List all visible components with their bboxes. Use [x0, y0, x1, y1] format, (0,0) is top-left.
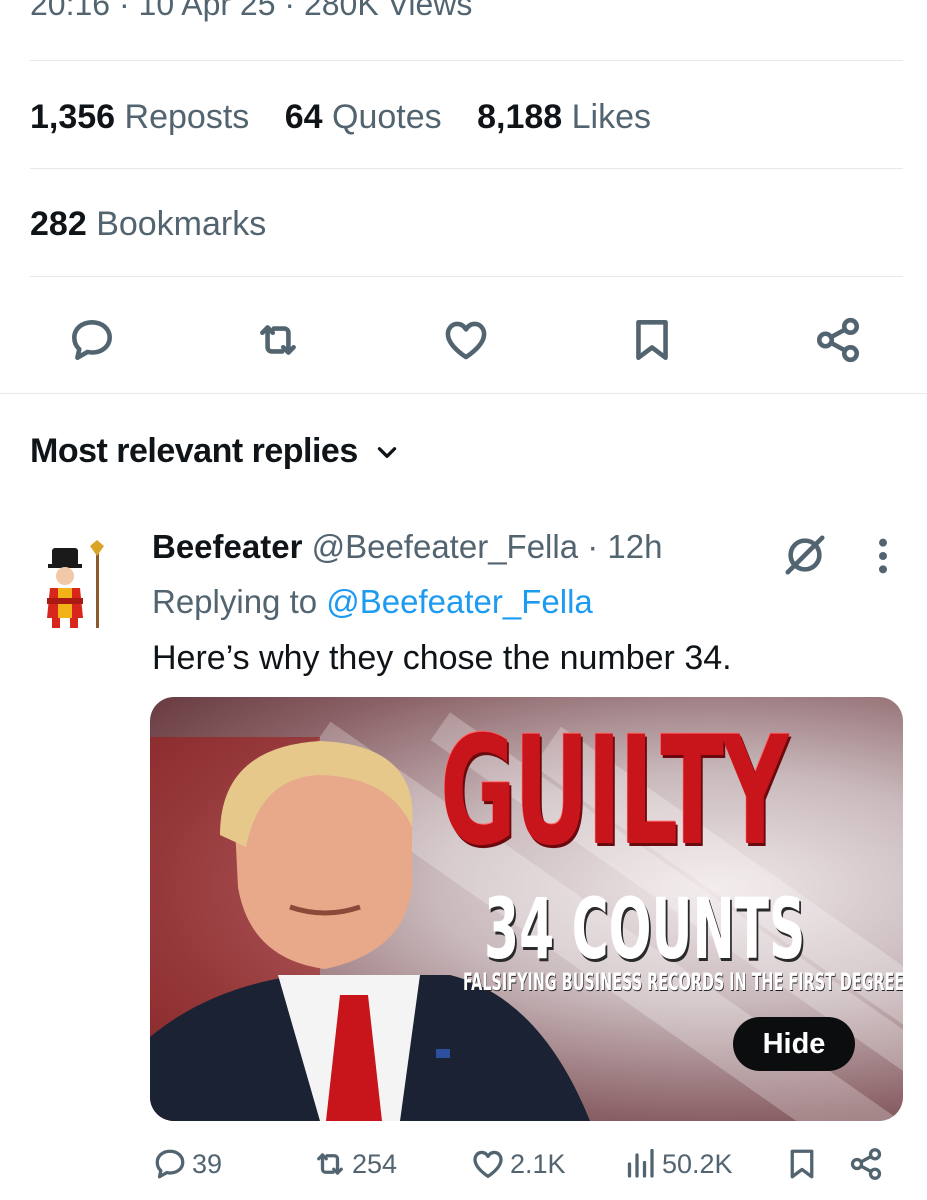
bookmarks-stat[interactable]: 282 Bookmarks: [30, 205, 266, 243]
bookmark-button[interactable]: [624, 312, 680, 368]
view-count: 50.2K: [662, 1148, 733, 1179]
grok-icon[interactable]: [782, 532, 828, 578]
reply-icon: [155, 1149, 185, 1179]
reply-body-text: Here’s why they chose the number 34.: [152, 639, 732, 677]
repost-icon: [317, 1153, 343, 1175]
post-views[interactable]: 280K Views: [304, 0, 472, 22]
reply-icon: [72, 320, 113, 360]
reply-bookmark-button[interactable]: [784, 1146, 824, 1182]
reply-repost-button[interactable]: 254: [312, 1146, 397, 1182]
replying-to-line: Replying to @Beefeater_Fella: [152, 583, 593, 620]
more-options-icon[interactable]: [870, 536, 896, 576]
avatar[interactable]: [40, 538, 114, 630]
reply-timestamp[interactable]: 12h: [607, 528, 662, 565]
post-action-bar: [0, 292, 927, 384]
post-date: 10 Apr 25: [138, 0, 276, 22]
replies-sort-label: Most relevant replies: [30, 432, 358, 470]
engagement-stats: 1,356 Reposts 64 Quotes 8,188 Likes: [30, 98, 677, 137]
replying-to-mention[interactable]: @Beefeater_Fella: [326, 583, 592, 620]
divider: [30, 276, 903, 277]
share-icon: [816, 317, 860, 363]
reply-replies-button[interactable]: 39: [152, 1146, 222, 1182]
media-caption: FALSIFYING BUSINESS RECORDS IN THE FIRST…: [463, 968, 903, 996]
bookmark-icon: [636, 320, 668, 360]
share-icon: [850, 1148, 882, 1180]
reply-views-button[interactable]: 50.2K: [622, 1146, 733, 1182]
section-divider: [0, 393, 927, 394]
share-button[interactable]: [810, 312, 866, 368]
repost-icon: [260, 325, 296, 355]
bookmarks-stat-row: 282 Bookmarks: [30, 205, 292, 244]
bookmark-icon: [790, 1149, 814, 1179]
post-time: 20:16: [30, 0, 111, 22]
reposts-stat[interactable]: 1,356 Reposts: [30, 98, 249, 136]
hide-media-button[interactable]: Hide: [733, 1017, 855, 1071]
divider: [30, 60, 903, 61]
media-subheadline: 34 COUNTS: [484, 880, 806, 978]
media-headline: GUILTY: [440, 705, 789, 879]
like-count: 2.1K: [510, 1148, 566, 1179]
post-timestamp-row: 20:16 · 10 Apr 25 · 280K Views: [30, 0, 472, 23]
analytics-icon: [627, 1148, 654, 1178]
reply-header: Beefeater @Beefeater_Fella · 12h: [152, 528, 663, 565]
reply-action-bar: 39 254 2.1K 50.2K: [0, 1140, 927, 1200]
divider: [30, 168, 903, 169]
like-icon: [473, 1150, 503, 1178]
reply-like-button[interactable]: 2.1K: [470, 1146, 566, 1182]
repost-button[interactable]: [250, 312, 306, 368]
reply-share-button[interactable]: [848, 1146, 888, 1182]
like-icon: [445, 321, 487, 360]
likes-stat[interactable]: 8,188 Likes: [477, 98, 651, 136]
reply-count: 39: [192, 1148, 223, 1179]
quotes-stat[interactable]: 64 Quotes: [285, 98, 442, 136]
reply-media-image[interactable]: GUILTY 34 COUNTS FALSIFYING BUSINESS REC…: [150, 697, 903, 1121]
reply-author-name[interactable]: Beefeater: [152, 528, 302, 565]
reply-button[interactable]: [64, 312, 120, 368]
like-button[interactable]: [438, 312, 494, 368]
chevron-down-icon: [377, 446, 396, 458]
replies-sort-dropdown[interactable]: Most relevant replies: [30, 432, 400, 471]
reply-author-handle[interactable]: @Beefeater_Fella: [312, 528, 578, 565]
repost-count: 254: [352, 1148, 398, 1179]
